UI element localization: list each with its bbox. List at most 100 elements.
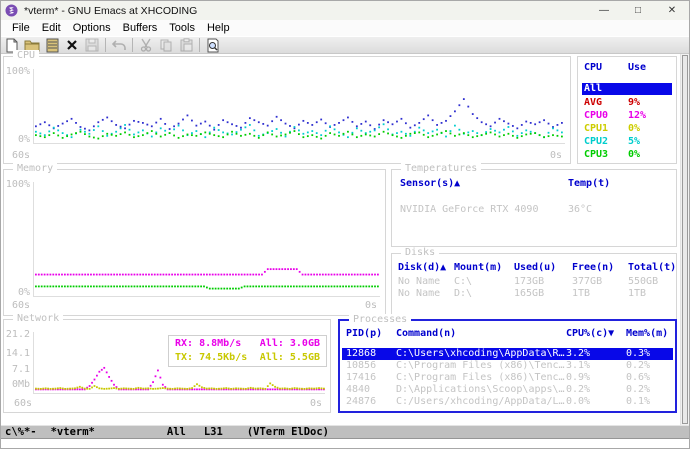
network-xtick-60s: 60s [14, 398, 32, 409]
cpu-xtick-0s: 0s [550, 150, 562, 161]
modeline-position: All [167, 426, 186, 438]
network-xtick-0s: 0s [310, 398, 322, 409]
disks-header: Disk(d)▲ Mount(m) Used(u) Free(n) Total(… [398, 262, 674, 274]
network-x-axis [33, 393, 325, 394]
processes-panel: Processes PID(p) Command(n) CPU%(c)▼ Mem… [338, 319, 677, 413]
cpu-panel-title: CPU [13, 50, 39, 61]
minimize-button[interactable]: — [587, 1, 621, 20]
network-ytick-0: 0Mb [4, 379, 30, 390]
process-row-selected[interactable]: 12868 C:\Users\xhcoding\AppData\R… 3.2% … [342, 348, 673, 360]
process-row[interactable]: 4840 D:\Applications\Scoop\apps\… 0.2% 0… [346, 384, 673, 396]
close-button[interactable]: ✕ [655, 1, 689, 20]
cpu-row-label: CPU1 [582, 123, 628, 135]
toolbar-separator [132, 38, 133, 52]
disk-mount: C:\ [454, 276, 514, 288]
vterm-buffer[interactable]: CPU 100% 0% 60s 0s CPU Use All AVG 9% [1, 54, 689, 425]
disk-free: 377GB [572, 276, 628, 288]
paste-icon[interactable] [177, 37, 195, 53]
cpu-x-axis [33, 143, 565, 144]
search-icon[interactable] [204, 37, 222, 53]
sensor-name: NVIDIA GeForce RTX 4090 [400, 204, 568, 215]
disk-row[interactable]: No Name D:\ 165GB 1TB 1TB [398, 288, 674, 300]
close-buffer-icon[interactable] [63, 37, 81, 53]
cpu-row-cpu2[interactable]: CPU2 5% [582, 136, 672, 148]
tx-rate-label: TX: 74.5Kb/s [175, 351, 247, 365]
cpu-table-header: CPU Use [582, 62, 672, 74]
menu-help[interactable]: Help [201, 22, 236, 34]
disk-total: 1TB [628, 288, 682, 300]
menubar: File Edit Options Buffers Tools Help [1, 20, 689, 36]
free-col-header: Free(n) [572, 262, 628, 274]
mem-col-header: Mem%(m) [626, 328, 673, 340]
menu-edit[interactable]: Edit [36, 22, 67, 34]
modeline-buffer-name: *vterm* [51, 426, 95, 438]
temperature-row[interactable]: NVIDIA GeForce RTX 4090 36°C [400, 204, 668, 215]
maximize-button[interactable]: □ [621, 1, 655, 20]
cpu-graph [35, 71, 563, 141]
process-command: C:\Program Files (x86)\Tenc… [396, 360, 566, 372]
memory-x-axis [33, 296, 380, 297]
copy-icon[interactable] [157, 37, 175, 53]
dired-icon[interactable] [43, 37, 61, 53]
process-pid: 12868 [346, 348, 396, 360]
process-cpu: 0.9% [566, 372, 626, 384]
process-pid: 10856 [346, 360, 396, 372]
sensor-temp: 36°C [568, 204, 592, 215]
cpu-row-cpu0[interactable]: CPU0 12% [582, 110, 672, 122]
process-row[interactable]: 10856 C:\Program Files (x86)\Tenc… 3.1% … [346, 360, 673, 372]
total-col-header: Total(t) [628, 262, 682, 274]
cpu-row-cpu3[interactable]: CPU3 0% [582, 149, 672, 161]
menu-file[interactable]: File [6, 22, 36, 34]
cpu-row-value: 0% [628, 149, 640, 161]
disk-row[interactable]: No Name C:\ 173GB 377GB 550GB [398, 276, 674, 288]
process-pid: 4840 [346, 384, 396, 396]
cpu-row-value: 12% [628, 110, 646, 122]
rx-rate-label: RX: 8.8Mb/s [175, 337, 241, 351]
cpu-col-header: CPU%(c)▼ [566, 328, 626, 340]
process-row[interactable]: 17416 C:\Program Files (x86)\Tenc… 0.9% … [346, 372, 673, 384]
cpu-row-label: All [582, 83, 628, 95]
process-row[interactable]: 24876 C:/Users/xhcoding/AppData/L… 0.0% … [346, 396, 673, 408]
menu-tools[interactable]: Tools [163, 22, 201, 34]
cpu-row-value: 9% [628, 97, 640, 109]
process-pid: 17416 [346, 372, 396, 384]
emacs-window: *vterm* - GNU Emacs at XHCODING — □ ✕ Fi… [0, 0, 690, 449]
process-mem: 0.6% [626, 372, 673, 384]
network-panel-title: Network [13, 313, 63, 324]
echo-area[interactable] [1, 439, 689, 448]
disks-panel-title: Disks [401, 247, 439, 258]
cpu-row-all[interactable]: All [582, 83, 672, 95]
process-pid: 24876 [346, 396, 396, 408]
cut-icon[interactable] [137, 37, 155, 53]
toolbar-separator [199, 38, 200, 52]
cpu-row-cpu1[interactable]: CPU1 0% [582, 123, 672, 135]
menu-options[interactable]: Options [67, 22, 117, 34]
cpu-row-label: CPU2 [582, 136, 628, 148]
command-col-header: Command(n) [396, 328, 566, 340]
temp-col-header: Temp(t) [568, 178, 610, 189]
process-command: C:\Program Files (x86)\Tenc… [396, 372, 566, 384]
process-mem: 0.3% [626, 348, 673, 360]
scrollbar-thumb[interactable] [682, 55, 688, 424]
pid-col-header: PID(p) [346, 328, 396, 340]
mount-col-header: Mount(m) [454, 262, 514, 274]
disk-name: No Name [398, 276, 454, 288]
save-icon[interactable] [83, 37, 101, 53]
disk-mount: D:\ [454, 288, 514, 300]
cpu-row-avg[interactable]: AVG 9% [582, 97, 672, 109]
temperatures-header: Sensor(s)▲ Temp(t) [400, 178, 668, 189]
processes-panel-title: Processes [349, 314, 411, 325]
process-cpu: 0.2% [566, 384, 626, 396]
disk-col-header: Disk(d)▲ [398, 262, 454, 274]
sensor-col-header: Sensor(s)▲ [400, 178, 568, 189]
vertical-scrollbar[interactable] [680, 54, 689, 425]
modeline-line-number: L31 [204, 426, 223, 438]
menu-buffers[interactable]: Buffers [117, 22, 164, 34]
process-command: D:\Applications\Scoop\apps\… [396, 384, 566, 396]
disk-total: 550GB [628, 276, 682, 288]
rx-total-label: All: 3.0GB [260, 337, 320, 351]
undo-icon[interactable] [110, 37, 128, 53]
network-ytick-14: 14.1 [4, 348, 30, 359]
memory-graph-panel: Memory 100% 0% 60s 0s [3, 169, 386, 316]
use-col-header: Use [628, 62, 646, 74]
